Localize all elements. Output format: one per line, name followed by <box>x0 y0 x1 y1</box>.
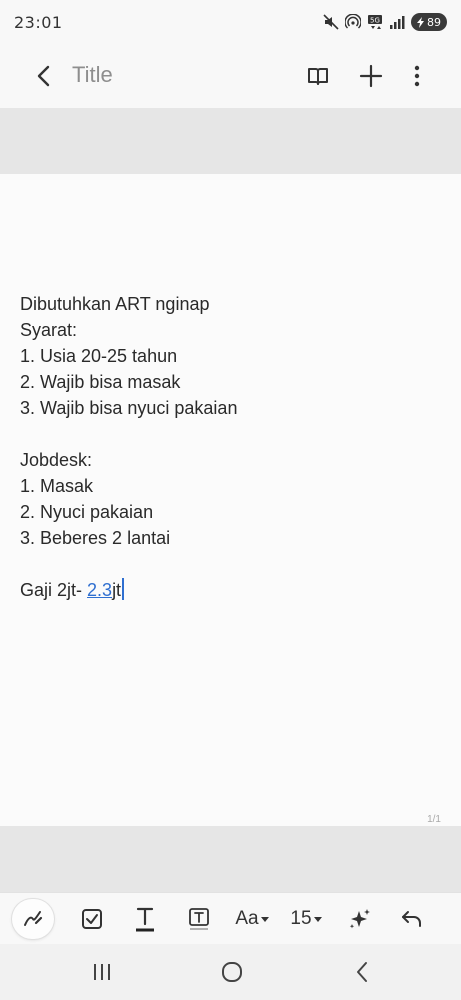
text-style-button[interactable] <box>130 899 160 939</box>
hotspot-icon <box>345 14 361 30</box>
note-page[interactable]: Dibutuhkan ART nginap Syarat: 1. Usia 20… <box>0 174 461 826</box>
checkbox-icon <box>82 909 102 929</box>
note-line: 2. Nyuci pakaian <box>20 502 154 522</box>
ai-sparkle-icon <box>349 909 370 929</box>
page-gap-bottom <box>0 826 461 892</box>
note-body[interactable]: Dibutuhkan ART nginap Syarat: 1. Usia 20… <box>20 291 440 603</box>
home-icon <box>222 962 242 982</box>
page-indicator: 1/1 <box>427 814 441 825</box>
note-line: 3. Wajib bisa nyuci pakaian <box>20 398 238 418</box>
home-button[interactable] <box>212 954 252 990</box>
pen-button[interactable] <box>12 899 54 939</box>
status-icons: 5G 89 <box>323 13 447 31</box>
back-button[interactable] <box>26 58 62 94</box>
font-size-button[interactable]: 15 <box>286 899 326 939</box>
edit-toolbar: Aa 15 <box>0 892 461 944</box>
note-line: 1. Masak <box>20 476 94 496</box>
salary-highlight: 2.3 <box>87 580 113 600</box>
system-back-button[interactable] <box>342 954 382 990</box>
recent-apps-icon <box>94 964 110 980</box>
text-box-icon <box>189 908 209 930</box>
salary-suffix: jt <box>112 580 122 600</box>
note-line: 3. Beberes 2 lantai <box>20 528 171 548</box>
more-vertical-icon <box>414 65 420 87</box>
note-title[interactable]: Title <box>72 62 113 88</box>
text-cursor <box>122 578 125 600</box>
battery-level: 89 <box>427 15 441 29</box>
mute-icon <box>323 14 339 30</box>
recent-apps-button[interactable] <box>82 954 122 990</box>
note-line: Syarat: <box>20 320 78 340</box>
system-navbar <box>0 944 461 1000</box>
title-bar: Title <box>0 44 461 108</box>
note-line-blank <box>20 421 440 447</box>
text-icon <box>136 907 154 932</box>
note-line: Dibutuhkan ART nginap <box>20 294 210 314</box>
undo-icon <box>402 911 421 927</box>
status-bar: 23:01 5G 89 <box>0 0 461 44</box>
note-line: 1. Usia 20-25 tahun <box>20 346 178 366</box>
battery-icon: 89 <box>411 13 447 31</box>
note-line: 2. Wajib bisa masak <box>20 372 181 392</box>
text-box-button[interactable] <box>184 899 214 939</box>
note-line-blank <box>20 551 440 577</box>
back-icon <box>357 962 367 982</box>
chevron-down-icon <box>260 916 269 922</box>
more-options-button[interactable] <box>399 58 435 94</box>
salary-prefix: Gaji 2jt- <box>20 580 88 600</box>
font-button[interactable]: Aa <box>232 899 272 939</box>
pen-icon <box>24 911 43 926</box>
svg-text:5G: 5G <box>370 17 380 25</box>
checkbox-button[interactable] <box>76 899 108 939</box>
back-arrow-icon <box>37 65 50 87</box>
book-view-button[interactable] <box>300 58 336 94</box>
book-view-icon <box>308 68 328 85</box>
undo-button[interactable] <box>396 899 428 939</box>
font-size-label: 15 <box>290 908 312 929</box>
signal-icon <box>389 14 405 30</box>
ai-assist-button[interactable] <box>344 899 376 939</box>
chevron-down-icon <box>313 916 322 922</box>
page-gap-top <box>0 108 461 174</box>
note-line: Jobdesk: <box>20 450 93 470</box>
note-line-salary: Gaji 2jt- 2.3jt <box>20 577 440 603</box>
add-button[interactable] <box>353 58 389 94</box>
status-time: 23:01 <box>14 12 63 32</box>
font-label: Aa <box>235 908 259 929</box>
add-icon <box>359 64 383 88</box>
5g-icon: 5G <box>367 14 383 30</box>
